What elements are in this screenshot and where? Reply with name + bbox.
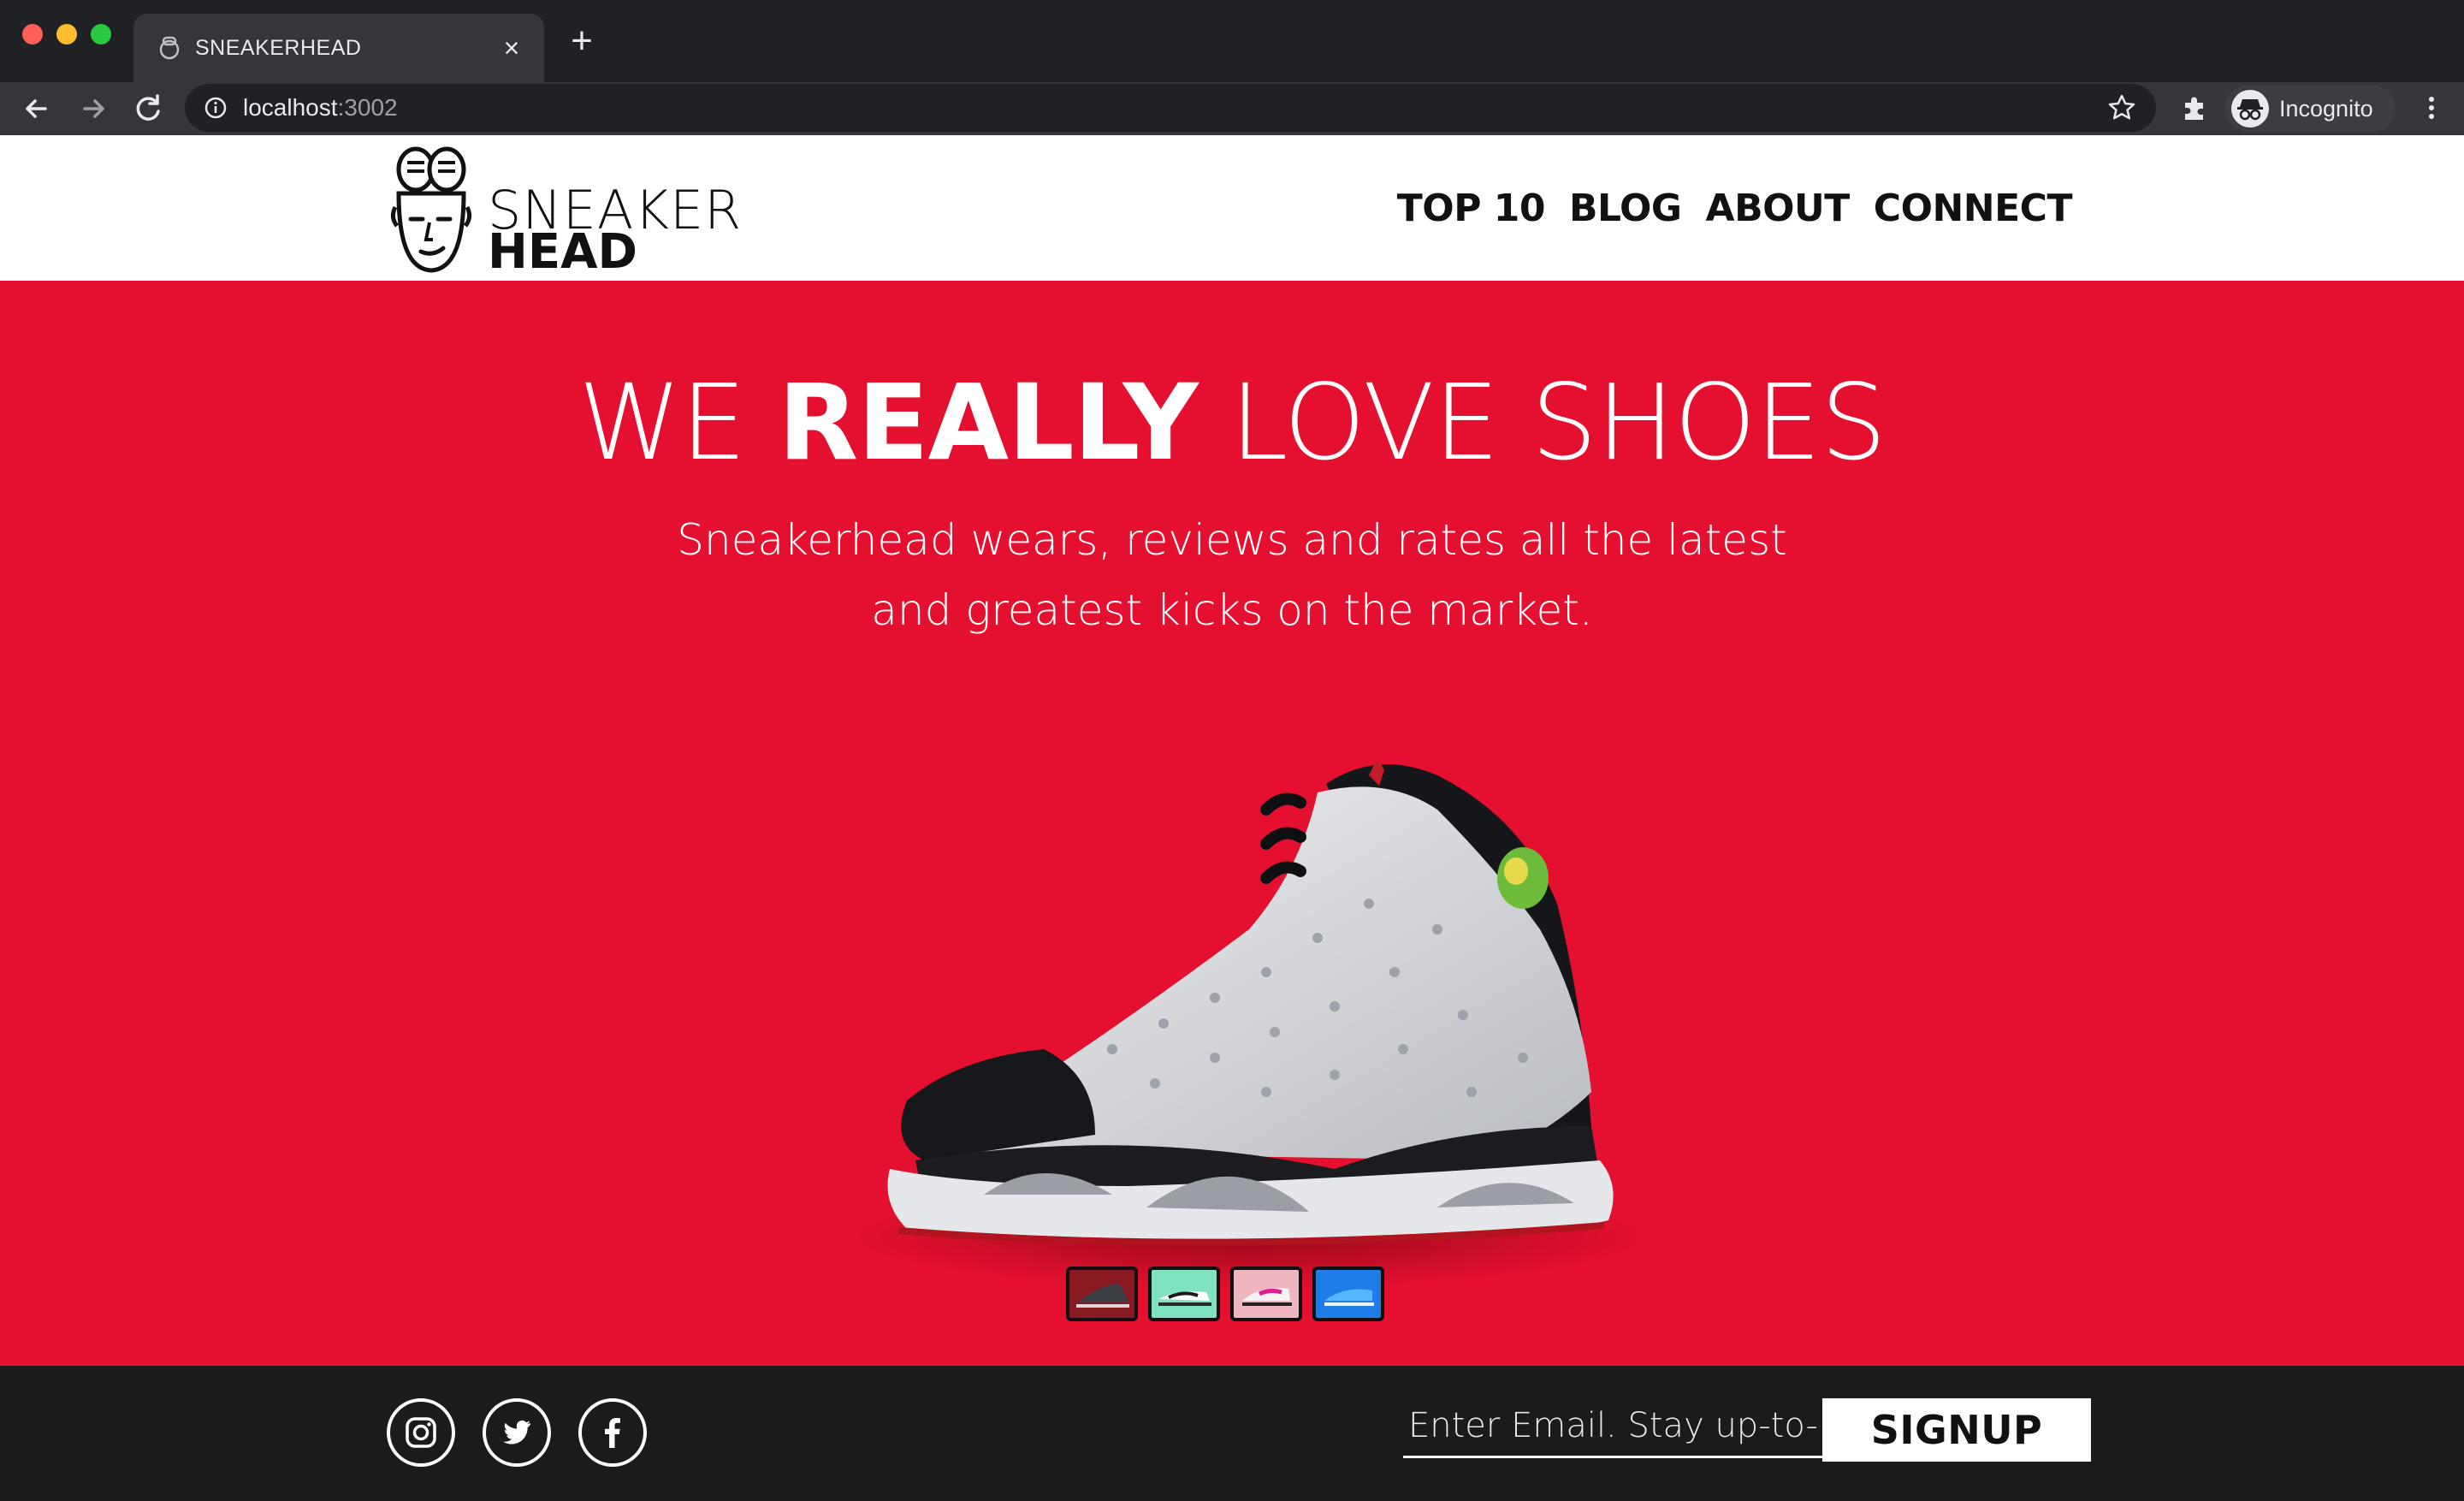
- browser-tab[interactable]: SNEAKERHEAD ×: [133, 14, 544, 82]
- incognito-icon: [2231, 90, 2269, 128]
- site-footer: SIGNUP: [0, 1366, 2464, 1501]
- shoe-thumbnail-1[interactable]: [1066, 1267, 1138, 1321]
- signup-button[interactable]: SIGNUP: [1822, 1398, 2091, 1462]
- shoe-thumbnail-4[interactable]: [1312, 1267, 1384, 1321]
- shoe-thumbnail-strip: [1066, 1267, 1384, 1321]
- minimize-window-button[interactable]: [56, 24, 77, 44]
- sneakerhead-logo-icon[interactable]: [387, 144, 476, 276]
- hero-subtitle-line2: and greatest kicks on the market.: [871, 585, 1593, 635]
- maximize-window-button[interactable]: [91, 24, 111, 44]
- address-bar[interactable]: localhost:3002: [185, 84, 2156, 132]
- main-navigation: TOP 10 BLOG ABOUT CONNECT: [1397, 185, 2073, 233]
- incognito-profile-button[interactable]: Incognito: [2224, 86, 2396, 132]
- tab-close-icon[interactable]: ×: [495, 31, 529, 65]
- site-header: SNEAKER HEAD TOP 10 BLOG ABOUT CONNECT: [0, 135, 2464, 281]
- forward-arrow-icon[interactable]: [74, 89, 113, 128]
- profile-label: Incognito: [2279, 96, 2373, 122]
- instagram-icon[interactable]: [387, 1398, 455, 1467]
- shoe-thumbnail-3[interactable]: [1230, 1267, 1302, 1321]
- facebook-icon[interactable]: [578, 1398, 647, 1467]
- site-info-icon[interactable]: [204, 96, 228, 120]
- nav-link-about[interactable]: ABOUT: [1706, 185, 1851, 233]
- nav-link-connect[interactable]: CONNECT: [1874, 185, 2073, 233]
- url-port: :3002: [337, 94, 398, 121]
- hero-title-bold: REALLY: [778, 362, 1199, 484]
- bookmark-star-icon[interactable]: [2106, 92, 2137, 123]
- hero-title-part2: LOVE SHOES: [1229, 362, 1887, 484]
- tab-title: SNEAKERHEAD: [195, 36, 362, 60]
- close-window-button[interactable]: [22, 24, 43, 44]
- browser-menu-icon[interactable]: [2414, 91, 2449, 125]
- hero-title-part1: WE: [578, 362, 747, 484]
- web-page: SNEAKER HEAD TOP 10 BLOG ABOUT CONNECT W…: [0, 135, 2464, 1501]
- new-tab-button[interactable]: +: [561, 22, 602, 63]
- hero-subtitle: Sneakerhead wears, reviews and rates all…: [599, 505, 1865, 645]
- url-text: localhost:3002: [243, 91, 398, 125]
- url-host: localhost: [243, 94, 338, 121]
- nav-link-blog[interactable]: BLOG: [1569, 185, 1682, 233]
- back-arrow-icon[interactable]: [17, 89, 56, 128]
- browser-toolbar: localhost:3002 Incognito: [0, 82, 2464, 135]
- featured-sneaker-image: [847, 758, 1651, 1289]
- hero-subtitle-line1: Sneakerhead wears, reviews and rates all…: [677, 515, 1787, 565]
- logo-text-head[interactable]: HEAD: [488, 228, 637, 277]
- shoe-thumbnail-2[interactable]: [1148, 1267, 1220, 1321]
- email-signup-input[interactable]: [1403, 1395, 1822, 1458]
- sneakerhead-favicon-icon: [159, 36, 180, 60]
- twitter-icon[interactable]: [483, 1398, 551, 1467]
- hero-title: WE REALLY LOVE SHOES: [0, 365, 2464, 481]
- nav-link-top10[interactable]: TOP 10: [1397, 185, 1546, 233]
- reload-icon[interactable]: [128, 89, 168, 128]
- browser-titlebar: SNEAKERHEAD × +: [0, 0, 2464, 82]
- extensions-puzzle-icon[interactable]: [2178, 91, 2212, 125]
